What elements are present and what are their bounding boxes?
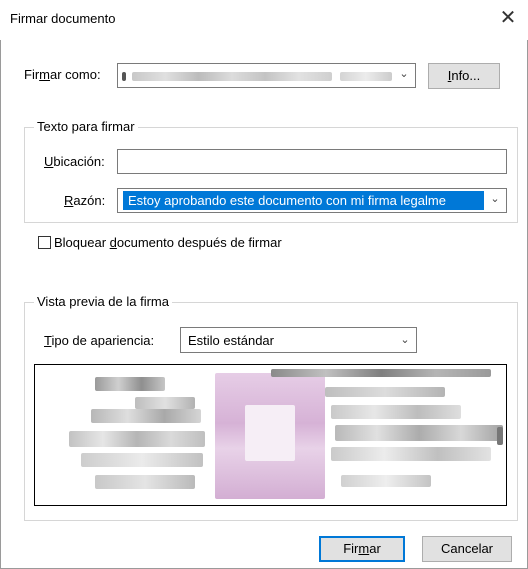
cancel-button[interactable]: Cancelar bbox=[422, 536, 512, 562]
signature-details-blur-6 bbox=[341, 475, 431, 487]
reason-selected-text: Estoy aprobando este documento con mi fi… bbox=[123, 191, 484, 210]
chevron-down-icon: ⌄ bbox=[400, 334, 410, 346]
sign-as-dropdown[interactable]: ⌄ bbox=[117, 63, 416, 88]
info-button[interactable]: Info... bbox=[428, 63, 500, 89]
window-border-left bbox=[0, 0, 1, 569]
sign-as-value-blur-2 bbox=[340, 72, 392, 81]
signature-details-blur-7 bbox=[497, 427, 503, 445]
sign-as-label: Firmar como: bbox=[24, 67, 101, 82]
signature-preview bbox=[34, 364, 507, 506]
sign-as-value-redacted bbox=[122, 72, 126, 81]
reason-dropdown[interactable]: Estoy aprobando este documento con mi fi… bbox=[117, 188, 507, 213]
lock-document-checkbox[interactable] bbox=[38, 236, 51, 249]
close-icon[interactable]: ✕ bbox=[496, 6, 520, 30]
signature-preview-title: Vista previa de la firma bbox=[34, 294, 172, 309]
signature-details-blur-5 bbox=[331, 447, 491, 461]
signature-logo-center bbox=[245, 405, 295, 461]
signature-name-blur-3 bbox=[91, 409, 201, 423]
signature-details-blur-3 bbox=[331, 405, 461, 419]
location-label: Ubicación: bbox=[44, 154, 105, 169]
sign-as-value-blur bbox=[132, 72, 332, 81]
chevron-down-icon: ⌄ bbox=[490, 193, 500, 205]
chevron-down-icon: ⌄ bbox=[399, 68, 409, 80]
signature-name-blur-5 bbox=[81, 453, 203, 467]
reason-label: Razón: bbox=[64, 193, 106, 208]
text-to-sign-title: Texto para firmar bbox=[34, 119, 138, 134]
signature-details-blur-1 bbox=[271, 369, 491, 377]
signature-name-blur-1 bbox=[95, 377, 165, 391]
lock-document-label[interactable]: Bloquear documento después de firmar bbox=[54, 235, 282, 250]
appearance-type-label: Tipo de apariencia: bbox=[44, 333, 155, 348]
signature-name-blur-2 bbox=[135, 397, 195, 409]
signature-details-blur-4 bbox=[335, 425, 503, 441]
appearance-type-dropdown[interactable]: Estilo estándar ⌄ bbox=[180, 327, 417, 353]
signature-details-blur-2 bbox=[325, 387, 445, 397]
sign-button[interactable]: Firmar bbox=[319, 536, 405, 562]
window-title: Firmar documento bbox=[10, 11, 116, 26]
signature-name-blur-4 bbox=[69, 431, 205, 447]
location-input[interactable] bbox=[117, 149, 507, 174]
signature-name-blur-6 bbox=[95, 475, 195, 489]
appearance-type-value: Estilo estándar bbox=[188, 333, 274, 348]
